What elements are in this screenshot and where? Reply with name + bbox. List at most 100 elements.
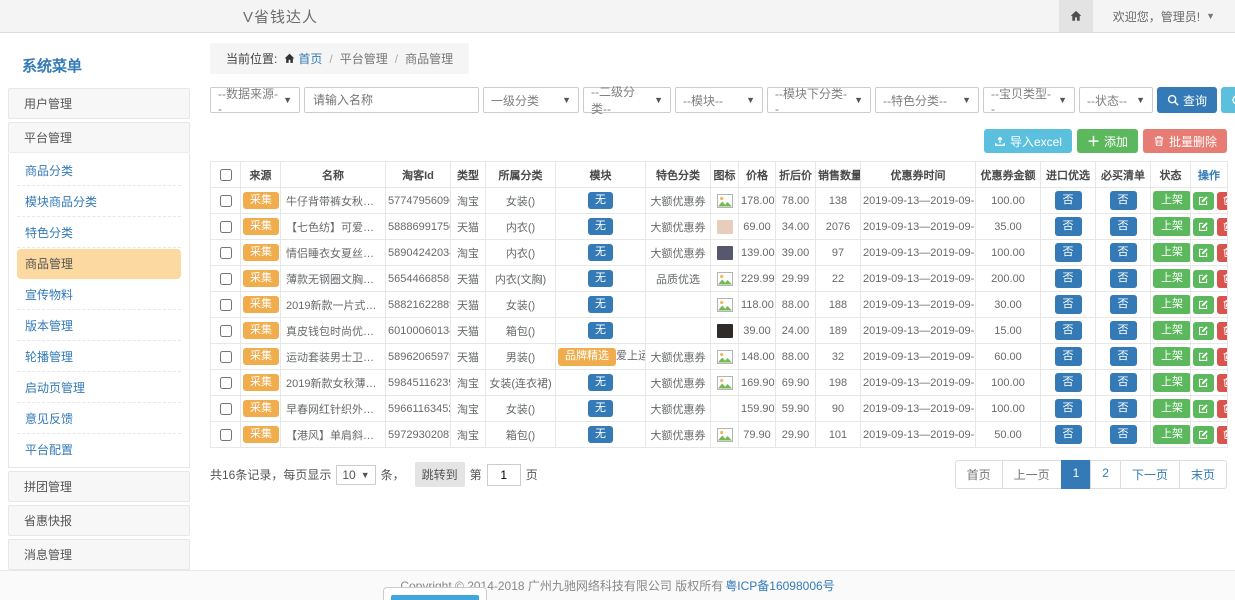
edit-button[interactable]	[1193, 218, 1214, 236]
sidebar-item[interactable]: 版本管理	[17, 311, 181, 341]
page-button[interactable]: 1	[1061, 460, 1092, 489]
must-buy-toggle[interactable]: 否	[1110, 373, 1137, 391]
sidebar-item[interactable]: 宣传物料	[17, 280, 181, 310]
breadcrumb-item[interactable]: 商品管理	[405, 50, 453, 67]
sidebar-group[interactable]: 消息管理	[8, 539, 190, 570]
edit-button[interactable]	[1193, 322, 1214, 340]
import-toggle[interactable]: 否	[1055, 269, 1082, 287]
filter-select[interactable]: --二级分类--▼	[583, 87, 671, 113]
sidebar-group[interactable]: 平台管理	[8, 122, 190, 153]
edit-button[interactable]	[1193, 426, 1214, 444]
status-toggle[interactable]: 上架	[1153, 373, 1191, 391]
status-toggle[interactable]: 上架	[1153, 399, 1191, 417]
sidebar-group[interactable]: 用户管理	[8, 88, 190, 119]
import-toggle[interactable]: 否	[1055, 243, 1082, 261]
edit-button[interactable]	[1193, 244, 1214, 262]
status-toggle[interactable]: 上架	[1153, 425, 1191, 443]
delete-button[interactable]	[1217, 244, 1228, 262]
import-toggle[interactable]: 否	[1055, 191, 1082, 209]
breadcrumb-home-link[interactable]: 首页	[284, 50, 322, 67]
sidebar-item[interactable]: 轮播管理	[17, 342, 181, 372]
row-checkbox[interactable]	[220, 273, 232, 285]
import-excel-button[interactable]: 导入excel	[984, 129, 1072, 153]
page-button[interactable]: 首页	[955, 460, 1003, 489]
delete-button[interactable]	[1217, 322, 1228, 340]
select-all-checkbox[interactable]	[220, 169, 232, 181]
page-button[interactable]: 下一页	[1120, 460, 1180, 489]
sidebar-item[interactable]: 商品分类	[17, 156, 181, 186]
must-buy-toggle[interactable]: 否	[1110, 217, 1137, 235]
delete-button[interactable]	[1217, 296, 1228, 314]
jump-button[interactable]: 跳转到	[415, 462, 465, 487]
home-button[interactable]	[1059, 0, 1093, 32]
filter-select[interactable]: --模块--▼	[675, 87, 763, 113]
status-toggle[interactable]: 上架	[1153, 295, 1191, 313]
edit-button[interactable]	[1193, 348, 1214, 366]
must-buy-toggle[interactable]: 否	[1110, 399, 1137, 417]
import-toggle[interactable]: 否	[1055, 217, 1082, 235]
delete-button[interactable]	[1217, 426, 1228, 444]
sidebar-item[interactable]: 模块商品分类	[17, 187, 181, 217]
status-toggle[interactable]: 上架	[1153, 347, 1191, 365]
must-buy-toggle[interactable]: 否	[1110, 243, 1137, 261]
status-toggle[interactable]: 上架	[1153, 243, 1191, 261]
row-checkbox[interactable]	[220, 429, 232, 441]
add-button[interactable]: ＋ 添加	[1077, 129, 1138, 153]
breadcrumb-item[interactable]: 平台管理	[340, 50, 388, 67]
sidebar-group[interactable]: 拼团管理	[8, 471, 190, 502]
delete-button[interactable]	[1217, 270, 1228, 288]
sidebar-item[interactable]: 启动页管理	[17, 373, 181, 403]
status-toggle[interactable]: 上架	[1153, 269, 1191, 287]
sidebar-group[interactable]: 省惠快报	[8, 505, 190, 536]
delete-button[interactable]	[1217, 400, 1228, 418]
edit-button[interactable]	[1193, 270, 1214, 288]
sidebar-item[interactable]: 商品管理	[17, 249, 181, 279]
filter-select[interactable]: --模块下分类--▼	[767, 87, 871, 113]
sidebar-item[interactable]: 平台配置	[17, 435, 181, 464]
import-toggle[interactable]: 否	[1055, 347, 1082, 365]
edit-button[interactable]	[1193, 296, 1214, 314]
status-toggle[interactable]: 上架	[1153, 217, 1191, 235]
status-toggle[interactable]: 上架	[1153, 321, 1191, 339]
name-filter-input[interactable]	[304, 87, 479, 113]
per-page-select[interactable]: 10 ▼	[336, 465, 375, 485]
must-buy-toggle[interactable]: 否	[1110, 295, 1137, 313]
search-button[interactable]: 查询	[1157, 87, 1217, 113]
edit-button[interactable]	[1193, 192, 1214, 210]
row-checkbox[interactable]	[220, 195, 232, 207]
import-toggle[interactable]: 否	[1055, 373, 1082, 391]
reset-button[interactable]: 重置	[1221, 87, 1235, 113]
delete-button[interactable]	[1217, 348, 1228, 366]
filter-select[interactable]: --状态--▼	[1079, 87, 1153, 113]
edit-button[interactable]	[1193, 374, 1214, 392]
must-buy-toggle[interactable]: 否	[1110, 347, 1137, 365]
icp-link[interactable]: 粤ICP备16098006号	[725, 577, 834, 594]
filter-select[interactable]: --宝贝类型--▼	[983, 87, 1075, 113]
row-checkbox[interactable]	[220, 403, 232, 415]
filter-select[interactable]: 一级分类▼	[483, 87, 579, 113]
page-button[interactable]: 末页	[1179, 460, 1227, 489]
row-checkbox[interactable]	[220, 325, 232, 337]
must-buy-toggle[interactable]: 否	[1110, 191, 1137, 209]
delete-button[interactable]	[1217, 192, 1228, 210]
row-checkbox[interactable]	[220, 351, 232, 363]
delete-button[interactable]	[1217, 218, 1228, 236]
must-buy-toggle[interactable]: 否	[1110, 269, 1137, 287]
batch-delete-button[interactable]: 批量删除	[1143, 129, 1227, 153]
filter-select[interactable]: --特色分类--▼	[875, 87, 979, 113]
page-button[interactable]: 2	[1090, 460, 1121, 489]
page-button[interactable]: 上一页	[1002, 460, 1062, 489]
row-checkbox[interactable]	[220, 221, 232, 233]
must-buy-toggle[interactable]: 否	[1110, 425, 1137, 443]
row-checkbox[interactable]	[220, 377, 232, 389]
import-toggle[interactable]: 否	[1055, 425, 1082, 443]
row-checkbox[interactable]	[220, 299, 232, 311]
import-toggle[interactable]: 否	[1055, 399, 1082, 417]
edit-button[interactable]	[1193, 400, 1214, 418]
delete-button[interactable]	[1217, 374, 1228, 392]
status-toggle[interactable]: 上架	[1153, 191, 1191, 209]
filter-select[interactable]: --数据来源--▼	[210, 87, 300, 113]
sidebar-item[interactable]: 意见反馈	[17, 404, 181, 434]
user-menu[interactable]: 欢迎您，管理员! ▼	[1093, 0, 1235, 32]
must-buy-toggle[interactable]: 否	[1110, 321, 1137, 339]
